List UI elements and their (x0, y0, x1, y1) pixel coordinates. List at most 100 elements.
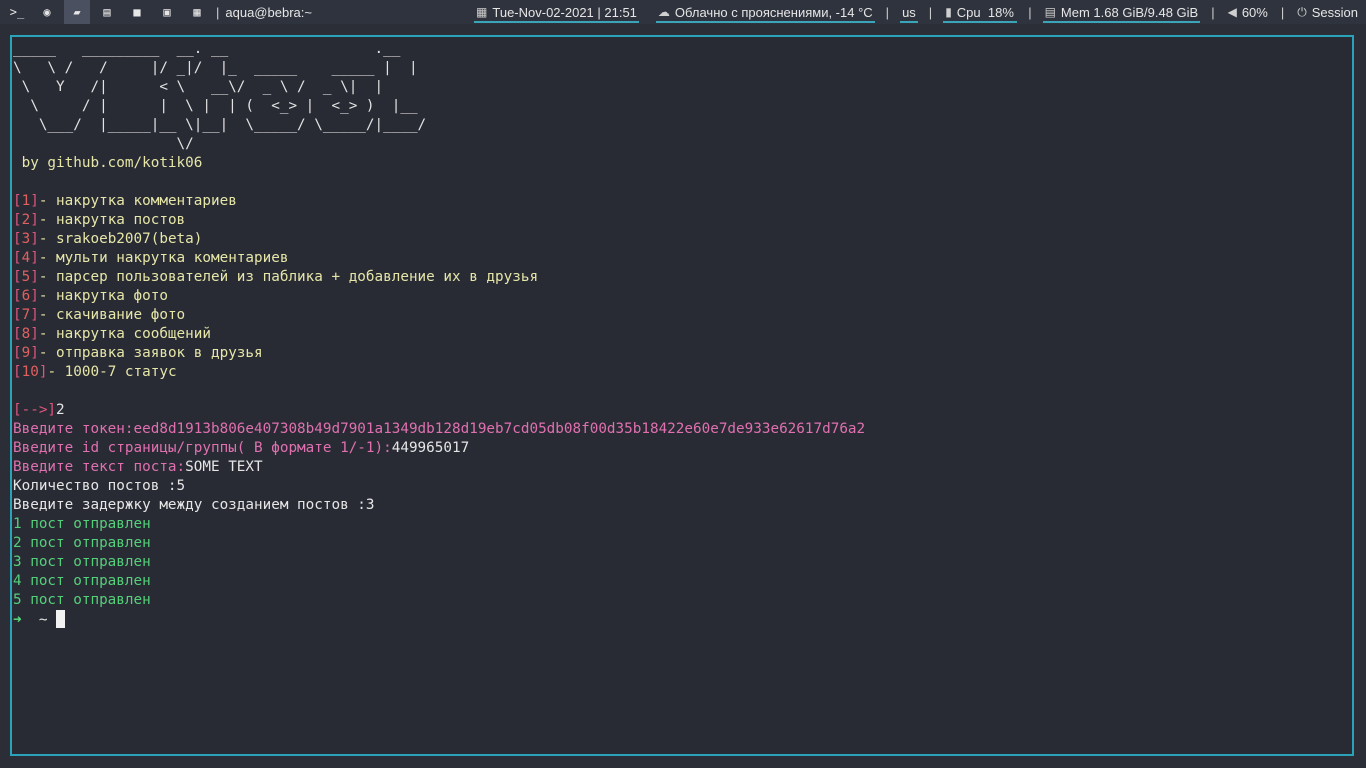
firefox-launcher-icon[interactable]: ◉ (34, 0, 60, 24)
panel-separator: | (1211, 4, 1215, 20)
file-manager-launcher-icon[interactable]: ▰ (64, 0, 90, 24)
choice-value: 2 (56, 402, 65, 418)
memory-widget[interactable]: ▤ Mem 1.68 GiB/9.48 GiB (1041, 0, 1203, 24)
menu-bracket: ] (30, 269, 39, 285)
cpu-text: Cpu 18% (956, 4, 1014, 20)
menu-item: [2]- накрутка постов (13, 211, 865, 230)
menu-bracket: ] (30, 231, 39, 247)
sent-line: 4 пост отправлен (13, 573, 151, 589)
menu-item: [4]- мульти накрутка коментариев (13, 249, 865, 268)
active-window-title[interactable]: aqua@bebra:~ (225, 5, 320, 20)
text-editor-launcher-icon[interactable]: ▤ (94, 0, 120, 24)
menu-text: - накрутка комментариев (38, 193, 237, 209)
speaker-icon: ◀ (1227, 5, 1237, 19)
id-line: Введите id страницы/группы( В формате 1/… (13, 439, 865, 458)
cloud-icon: ☁ (657, 5, 670, 19)
menu-number: 4 (21, 250, 31, 266)
power-icon: ⏻ (1297, 4, 1307, 19)
menu-item: [6]- накрутка фото (13, 287, 865, 306)
menu-bracket: [ (13, 212, 22, 228)
cpu-icon: ▮ (945, 5, 952, 19)
panel-separator: | (1028, 4, 1032, 20)
apps-grid-launcher-icon[interactable]: ▦ (184, 0, 210, 24)
menu-item: [7]- скачивание фото (13, 306, 865, 325)
menu-bracket: ] (30, 250, 39, 266)
menu-number: 5 (21, 269, 31, 285)
menu-number: 9 (21, 345, 31, 361)
menu-text: - скачивание фото (38, 307, 186, 323)
token-label: Введите токен: (13, 421, 134, 437)
menu-text: - отправка заявок в друзья (38, 345, 263, 361)
ascii-art-line: \___/ |_____|__ \|__| \_____/ \_____/|__… (13, 117, 427, 133)
byline: by github.com/kotik06 (13, 155, 203, 171)
token-value: eed8d1913b806e407308b49d7901a1349db128d1… (133, 421, 866, 437)
top-panel: >_ ◉ ▰ ▤ ■ ▣ ▦ | aqua@bebra:~ ▦ Tue-Nov-… (0, 0, 1366, 24)
memory-text: Mem 1.68 GiB/9.48 GiB (1060, 4, 1199, 20)
menu-number: 6 (21, 288, 31, 304)
volume-widget[interactable]: ◀ 60% (1224, 0, 1272, 24)
menu-text: - 1000-7 статус (47, 364, 177, 380)
sent-line: 5 пост отправлен (13, 592, 151, 608)
menu-number: 2 (21, 212, 31, 228)
weather-text: Облачно с прояснениями, -14 °C (674, 4, 873, 20)
menu-bracket: [ (13, 326, 22, 342)
menu-bracket: [ (13, 345, 22, 361)
post-text-label: Введите текст поста: (13, 459, 186, 475)
menu-number: 7 (21, 307, 31, 323)
menu-bracket: ] (30, 326, 39, 342)
ascii-art-line: \/ (13, 136, 194, 152)
menu-bracket: [ (13, 250, 22, 266)
keyboard-layout-text: us (902, 4, 916, 20)
video-launcher-icon[interactable]: ■ (124, 0, 150, 24)
menu-text: - накрутка постов (38, 212, 186, 228)
menu-item: [9]- отправка заявок в друзья (13, 344, 865, 363)
menu-bracket: ] (30, 288, 39, 304)
menu-number: 3 (21, 231, 31, 247)
panel-separator: | (1280, 4, 1285, 20)
clock-text: Tue-Nov-02-2021 | 21:51 (492, 4, 637, 20)
panel-separator: | (885, 4, 890, 20)
menu-bracket: [ (13, 364, 22, 380)
image-viewer-launcher-icon[interactable]: ▣ (154, 0, 180, 24)
menu-bracket: [ (13, 269, 22, 285)
menu-bracket: [ (13, 193, 22, 209)
clock-widget[interactable]: ▦ Tue-Nov-02-2021 | 21:51 (472, 0, 641, 24)
keyboard-layout-widget[interactable]: us (898, 0, 920, 24)
id-label: Введите id страницы/группы( В формате 1/… (13, 440, 392, 456)
session-button[interactable]: ⏻ Session (1293, 0, 1362, 24)
terminal-window[interactable]: _____ _________ __. __ .__ \ \ / / |/ _|… (10, 35, 1354, 756)
calendar-icon: ▦ (476, 5, 488, 19)
post-text-value: SOME TEXT (185, 459, 263, 475)
menu-bracket: ] (30, 307, 39, 323)
delay-line: Введите задержку между созданием постов … (13, 497, 375, 513)
menu-text: - мульти накрутка коментариев (38, 250, 289, 266)
post-text-line: Введите текст поста:SOME TEXT (13, 458, 865, 477)
menu-bracket: [ (13, 307, 22, 323)
menu-item: [1]- накрутка комментариев (13, 192, 865, 211)
token-line: Введите токен:eed8d1913b806e407308b49d79… (13, 420, 865, 439)
memory-icon: ▤ (1044, 5, 1056, 19)
ascii-art-line: \ \ / / |/ _|/ |_ _____ _____ | | (13, 60, 418, 76)
terminal-launcher-icon[interactable]: >_ (4, 0, 30, 24)
prompt-marker: [-->] (13, 402, 57, 418)
weather-widget[interactable]: ☁ Облачно с прояснениями, -14 °C (654, 0, 877, 24)
panel-separator: | (928, 4, 933, 20)
ascii-art-line: \ Y /| < \ __\/ _ \ / _ \| | (13, 79, 384, 95)
volume-text: 60% (1241, 4, 1268, 20)
menu-number: 1 (21, 193, 31, 209)
menu-number: 10 (21, 364, 39, 380)
menu-list: [1]- накрутка комментариев [2]- накрутка … (13, 192, 865, 382)
menu-bracket: ] (30, 345, 39, 361)
menu-number: 8 (21, 326, 31, 342)
menu-item: [10]- 1000-7 статус (13, 363, 865, 382)
shell-prompt-line[interactable]: ➜ ~ (13, 610, 865, 631)
menu-bracket: ] (30, 212, 39, 228)
terminal-cursor[interactable] (56, 610, 66, 628)
menu-bracket: [ (13, 288, 22, 304)
cpu-widget[interactable]: ▮ Cpu 18% (941, 0, 1019, 24)
menu-text: - srakoeb2007(beta) (38, 231, 203, 247)
ascii-art-line: _____ _________ __. __ .__ (13, 41, 401, 57)
menu-item: [5]- парсер пользователей из паблика + д… (13, 268, 865, 287)
